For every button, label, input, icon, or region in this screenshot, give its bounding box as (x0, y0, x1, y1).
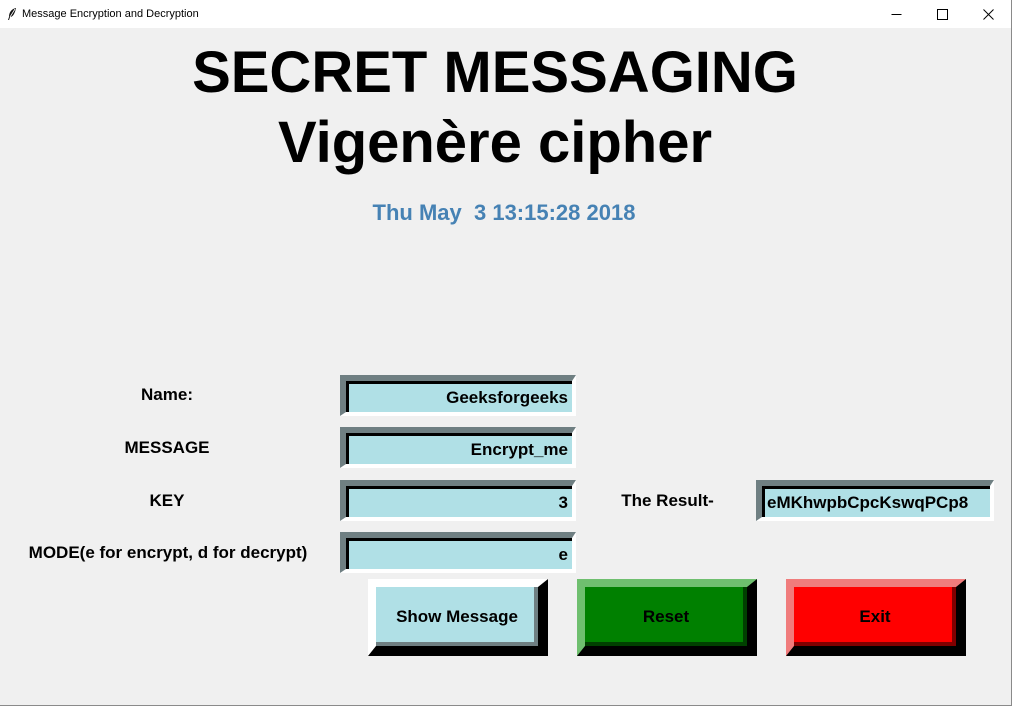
mode-field[interactable]: e (340, 532, 576, 573)
show-message-button[interactable]: Show Message (368, 579, 548, 656)
mode-label: MODE(e for encrypt, d for decrypt) (28, 543, 308, 562)
result-field-value: eMKhwpbCpcKswqPCp8 (762, 486, 990, 517)
message-field[interactable]: Encrypt_me (340, 427, 576, 468)
maximize-icon[interactable] (919, 0, 965, 28)
close-icon[interactable] (965, 0, 1011, 28)
reset-label: Reset (642, 606, 690, 626)
app-window: Message Encryption and Decryption SECRET… (0, 0, 1012, 706)
name-field[interactable]: Geeksforgeeks (340, 375, 576, 416)
reset-button[interactable]: Reset (577, 579, 757, 656)
key-field[interactable]: 3 (340, 480, 576, 521)
feather-icon (2, 0, 22, 28)
window-title: Message Encryption and Decryption (22, 8, 199, 20)
mode-field-value: e (346, 538, 572, 569)
minimize-icon[interactable] (873, 0, 919, 28)
result-label: The Result- (621, 491, 714, 510)
message-field-value: Encrypt_me (346, 433, 572, 464)
exit-button[interactable]: Exit (786, 579, 966, 656)
name-field-value: Geeksforgeeks (346, 381, 572, 412)
title-bar[interactable]: Message Encryption and Decryption (0, 0, 1011, 28)
window-controls (873, 0, 1011, 28)
show-message-label: Show Message (396, 606, 518, 626)
key-label: KEY (149, 491, 185, 510)
result-field[interactable]: eMKhwpbCpcKswqPCp8 (756, 480, 994, 521)
exit-label: Exit (859, 606, 891, 626)
page-title: SECRET MESSAGING (192, 40, 798, 105)
message-label: MESSAGE (124, 438, 210, 457)
page-subtitle: Vigenère cipher (277, 110, 713, 175)
key-field-value: 3 (346, 486, 572, 517)
name-label: Name: (141, 385, 193, 404)
datetime-label: Thu May 3 13:15:28 2018 (372, 200, 636, 225)
